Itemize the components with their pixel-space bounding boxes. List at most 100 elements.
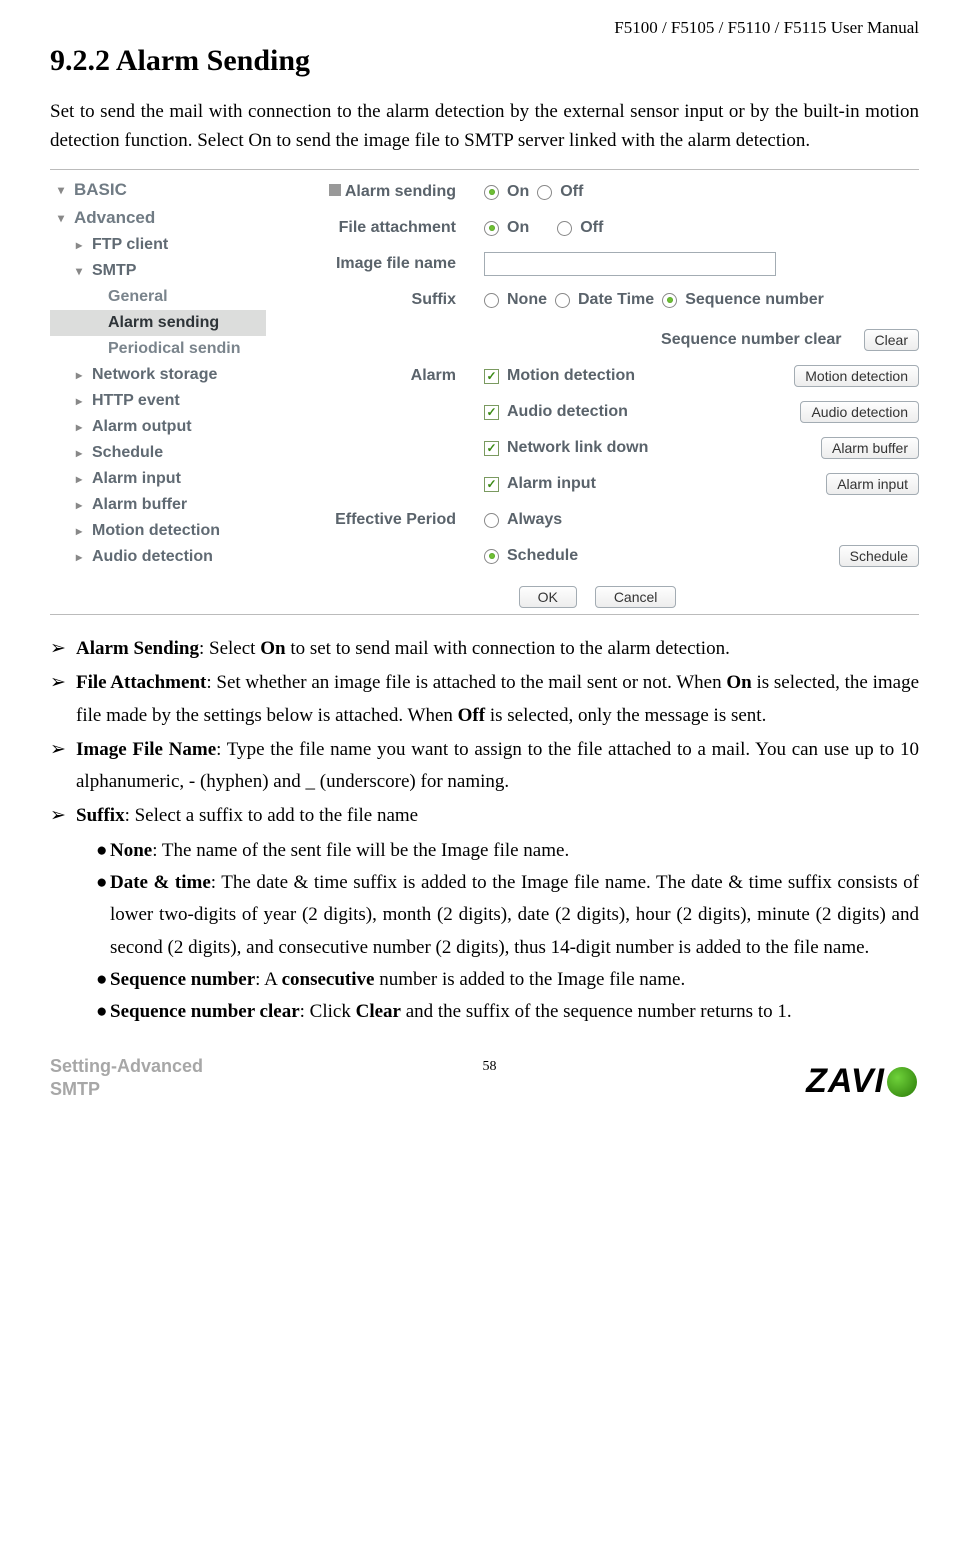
row-effective-schedule: Schedule Schedule <box>276 540 919 572</box>
nav-smtp-periodical[interactable]: Periodical sendin <box>50 336 266 362</box>
page-footer: Setting-Advanced SMTP 58 ZAVI <box>50 1055 919 1102</box>
nav-advanced[interactable]: Advanced <box>50 204 266 232</box>
bullet-text: to set to send mail with connection to t… <box>286 638 730 659</box>
image-file-name-input[interactable] <box>484 252 776 276</box>
chevron-right-icon <box>72 446 86 460</box>
cancel-button[interactable]: Cancel <box>595 586 677 608</box>
bullet-strong: Image File Name <box>76 739 216 760</box>
audio-detection-button[interactable]: Audio detection <box>800 401 919 423</box>
sub-text: : The date & time suffix is added to the… <box>110 872 919 958</box>
bullet-text: is selected, only the message is sent. <box>485 705 766 726</box>
bullet-strong: Suffix <box>76 805 125 826</box>
radio-label: Date Time <box>578 291 654 309</box>
schedule-button[interactable]: Schedule <box>839 545 919 567</box>
chevron-right-icon <box>72 472 86 486</box>
motion-detection-button[interactable]: Motion detection <box>794 365 919 387</box>
bullet-text: : Select <box>199 638 260 659</box>
dot-icon: ● <box>96 867 110 964</box>
chevron-right-icon <box>72 524 86 538</box>
bullet-text: : Select a suffix to add to the file nam… <box>125 805 419 826</box>
field-label: File attachment <box>276 219 484 237</box>
sub-strong: consecutive <box>282 969 375 990</box>
checkbox-input[interactable] <box>484 477 499 492</box>
nav-label: FTP client <box>92 236 168 254</box>
footer-breadcrumb: Setting-Advanced SMTP <box>50 1055 250 1102</box>
sub-none: ● None: The name of the sent file will b… <box>96 835 919 867</box>
alarm-buffer-button[interactable]: Alarm buffer <box>821 437 919 459</box>
radio-on[interactable] <box>484 185 499 200</box>
nav-http-event[interactable]: HTTP event <box>50 388 266 414</box>
row-alarm-motion: Alarm Motion detection Motion detection <box>276 360 919 392</box>
checkbox-network[interactable] <box>484 441 499 456</box>
bullet-file-attachment: ➢ File Attachment: Set whether an image … <box>50 667 919 732</box>
checkbox-motion[interactable] <box>484 369 499 384</box>
sub-sequence-clear: ● Sequence number clear: Click Clear and… <box>96 996 919 1028</box>
dot-icon: ● <box>96 964 110 996</box>
form-footer: OK Cancel <box>276 586 919 608</box>
nav-label: HTTP event <box>92 392 180 410</box>
radio-label: On <box>507 219 529 237</box>
clear-button[interactable]: Clear <box>864 329 919 351</box>
nav-label: SMTP <box>92 262 136 280</box>
nav-label: BASIC <box>74 180 127 200</box>
arrow-icon: ➢ <box>50 667 76 732</box>
chevron-down-icon <box>72 264 86 278</box>
radio-datetime[interactable] <box>555 293 570 308</box>
nav-smtp-general[interactable]: General <box>50 284 266 310</box>
field-label: Sequence number clear <box>484 331 856 349</box>
nav-ftp-client[interactable]: FTP client <box>50 232 266 258</box>
arrow-icon: ➢ <box>50 633 76 665</box>
field-label: Suffix <box>276 291 484 309</box>
radio-schedule[interactable] <box>484 549 499 564</box>
bullet-strong: Off <box>458 705 485 726</box>
chevron-right-icon <box>72 238 86 252</box>
logo-circle-icon <box>887 1067 917 1097</box>
bullet-content: ➢ Alarm Sending: Select On to set to sen… <box>50 633 919 1029</box>
bullet-suffix: ➢ Suffix: Select a suffix to add to the … <box>50 800 919 832</box>
nav-label: Network storage <box>92 366 217 384</box>
nav-alarm-input[interactable]: Alarm input <box>50 466 266 492</box>
nav-network-storage[interactable]: Network storage <box>50 362 266 388</box>
nav-basic[interactable]: BASIC <box>50 176 266 204</box>
nav-alarm-buffer[interactable]: Alarm buffer <box>50 492 266 518</box>
chevron-right-icon <box>72 498 86 512</box>
checkbox-label: Audio detection <box>507 403 628 421</box>
field-label: Alarm sending <box>345 183 456 200</box>
nav-motion-detection[interactable]: Motion detection <box>50 518 266 544</box>
sub-strong: Clear <box>356 1001 401 1022</box>
radio-off[interactable] <box>537 185 552 200</box>
checkbox-label: Motion detection <box>507 367 635 385</box>
footer-line: SMTP <box>50 1078 250 1101</box>
radio-always[interactable] <box>484 513 499 528</box>
radio-label: Schedule <box>507 547 578 565</box>
radio-on[interactable] <box>484 221 499 236</box>
radio-none[interactable] <box>484 293 499 308</box>
nav-alarm-output[interactable]: Alarm output <box>50 414 266 440</box>
field-label: Alarm <box>276 367 484 385</box>
field-label: Effective Period <box>276 511 484 529</box>
arrow-icon: ➢ <box>50 734 76 799</box>
bullet-text: : Set whether an image file is attached … <box>206 672 726 693</box>
arrow-icon: ➢ <box>50 800 76 832</box>
nav-smtp[interactable]: SMTP <box>50 258 266 284</box>
checkbox-label: Alarm input <box>507 475 596 493</box>
checkbox-audio[interactable] <box>484 405 499 420</box>
radio-label: None <box>507 291 547 309</box>
nav-audio-detection[interactable]: Audio detection <box>50 544 266 570</box>
checkbox-label: Network link down <box>507 439 648 457</box>
sub-date-time: ● Date & time: The date & time suffix is… <box>96 867 919 964</box>
nav-smtp-alarm-sending[interactable]: Alarm sending <box>50 310 266 336</box>
row-alarm-sending: Alarm sending On Off <box>276 176 919 208</box>
bullet-strong: On <box>260 638 285 659</box>
nav-sidebar: BASIC Advanced FTP client SMTP General A… <box>50 176 266 608</box>
nav-label: Alarm buffer <box>92 496 187 514</box>
nav-label: Motion detection <box>92 522 220 540</box>
ok-button[interactable]: OK <box>519 586 577 608</box>
nav-schedule[interactable]: Schedule <box>50 440 266 466</box>
row-alarm-audio: Audio detection Audio detection <box>276 396 919 428</box>
alarm-input-button[interactable]: Alarm input <box>826 473 919 495</box>
radio-off[interactable] <box>557 221 572 236</box>
section-heading: 9.2.2 Alarm Sending <box>50 44 919 78</box>
radio-label: Off <box>560 183 583 201</box>
radio-sequence[interactable] <box>662 293 677 308</box>
